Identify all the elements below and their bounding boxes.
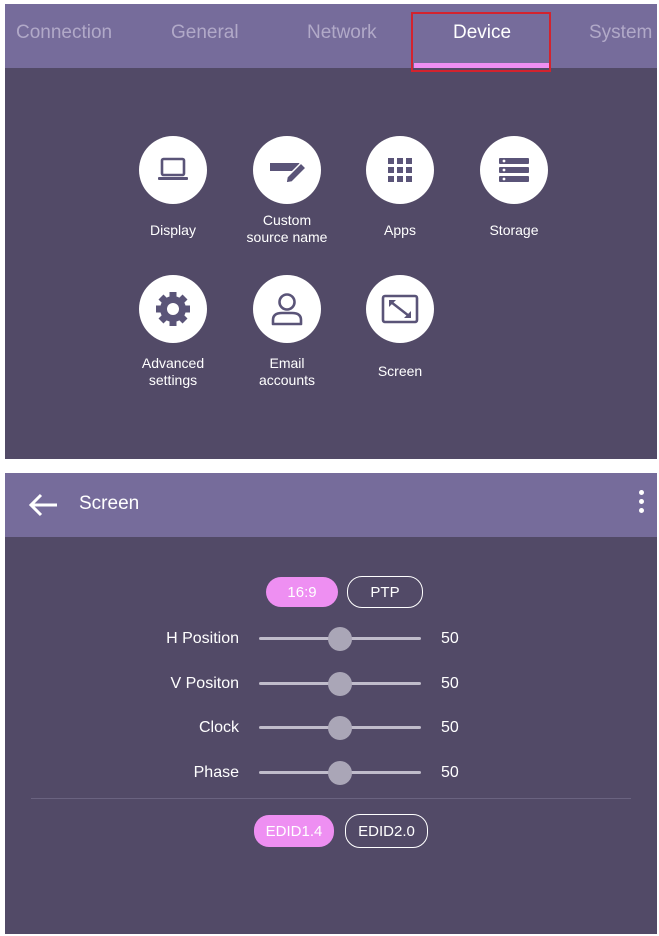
storage-label: Storage (489, 222, 539, 238)
screen-settings-panel: Screen 16:9 PTP H Position 50 V Positon … (5, 473, 657, 934)
storage-tile[interactable]: Storage (459, 136, 569, 239)
edit-source-icon (253, 136, 321, 204)
laptop-icon (139, 136, 207, 204)
apps-label: Apps (384, 222, 416, 238)
aspect-ptp-button[interactable]: PTP (347, 576, 423, 608)
screen-label: Screen (377, 363, 423, 379)
v-position-label: V Positon (170, 675, 239, 692)
screen-resize-icon (366, 275, 434, 343)
storage-icon (480, 136, 548, 204)
edid-1-4-button[interactable]: EDID1.4 (254, 815, 334, 847)
advanced-settings-label: Advanced settings (141, 355, 205, 388)
edid-2-0-button[interactable]: EDID2.0 (345, 814, 428, 848)
clock-label: Clock (198, 719, 239, 736)
advanced-settings-tile[interactable]: Advanced settings (118, 275, 228, 389)
email-accounts-tile[interactable]: Email accounts (232, 275, 342, 389)
display-tile[interactable]: Display (118, 136, 228, 239)
phase-label: Phase (193, 764, 239, 781)
apps-tile[interactable]: Apps (345, 136, 455, 239)
h-position-label: H Position (166, 630, 239, 647)
email-accounts-label: Email accounts (258, 355, 316, 388)
aspect-16-9-button[interactable]: 16:9 (266, 577, 338, 607)
tab-bar: Connection General Network Device System (5, 4, 657, 68)
v-position-value: 50 (441, 675, 459, 692)
tab-connection[interactable]: Connection (16, 22, 112, 44)
h-position-slider-thumb[interactable] (328, 627, 352, 651)
custom-source-name-label: Custom source name (246, 212, 328, 245)
user-icon (253, 275, 321, 343)
display-label: Display (150, 222, 196, 238)
phase-slider-thumb[interactable] (328, 761, 352, 785)
h-position-value: 50 (441, 630, 459, 647)
more-options-icon[interactable] (637, 490, 645, 520)
section-divider (31, 798, 631, 799)
screen-header: Screen (5, 473, 657, 537)
tab-general[interactable]: General (171, 22, 239, 44)
screen-tile[interactable]: Screen (345, 275, 455, 380)
gear-icon (139, 275, 207, 343)
tab-highlight-box (411, 12, 551, 72)
tab-system[interactable]: System (589, 22, 652, 44)
clock-value: 50 (441, 719, 459, 736)
v-position-slider-thumb[interactable] (328, 672, 352, 696)
back-arrow-icon[interactable] (27, 491, 59, 519)
apps-grid-icon (366, 136, 434, 204)
device-settings-panel: Connection General Network Device System… (5, 4, 657, 459)
clock-slider-thumb[interactable] (328, 716, 352, 740)
custom-source-name-tile[interactable]: Custom source name (232, 136, 342, 246)
page-title: Screen (79, 493, 140, 514)
phase-value: 50 (441, 764, 459, 781)
tab-network[interactable]: Network (307, 22, 377, 44)
